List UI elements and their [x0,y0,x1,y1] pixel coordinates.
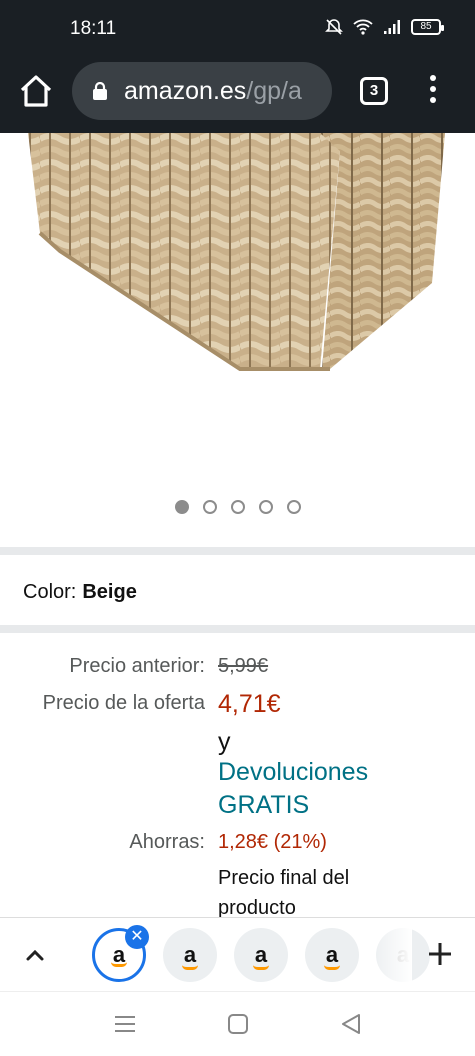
home-square-icon[interactable] [227,1013,249,1035]
and-text: y [218,728,231,756]
offer-price-label: Precio de la oferta [42,692,205,714]
section-divider [0,625,475,633]
free-returns-link[interactable]: Devoluciones [218,758,368,787]
savings-label: Ahorras: [129,831,205,853]
status-bar: 18:11 85 [0,0,475,60]
color-selection: Color: Beige [23,581,137,604]
carousel-dot[interactable] [230,500,245,514]
carousel-dot[interactable] [202,500,217,514]
product-image[interactable] [0,133,475,483]
free-returns-link-line2[interactable]: GRATIS [218,791,309,820]
section-divider [0,547,475,555]
previous-price-label: Precio anterior: [69,655,205,677]
url-bar[interactable]: amazon.es/gp/a [72,62,332,120]
status-time: 18:11 [70,18,117,39]
url-domain: amazon.es [124,76,247,105]
home-icon[interactable] [18,74,54,108]
close-tab-icon[interactable]: ✕ [125,925,149,949]
carousel-dot[interactable] [286,500,301,514]
savings-value: 1,28€ (21%) [218,831,327,853]
wicker-basket-image [28,133,445,371]
url-path: /gp/a [246,76,302,105]
tab-amazon[interactable]: a [163,928,217,982]
tab-strip-fade [372,918,412,992]
browser-top-bar: 18:11 85 amazon.es/gp/a 3 [0,0,475,133]
color-value: Beige [82,581,137,603]
chevron-up-icon[interactable] [24,944,46,966]
tab-switcher-button[interactable]: 3 [360,77,388,105]
color-label: Color: [23,581,77,603]
image-carousel-indicator [0,500,475,514]
status-icons: 85 [325,18,444,36]
more-menu-icon[interactable] [424,75,442,107]
system-navigation-bar [0,991,475,1056]
wifi-icon [353,19,373,35]
previous-price-value: 5,99€ [218,655,269,677]
signal-icon [384,20,400,34]
new-tab-plus-icon[interactable] [424,938,456,970]
tab-strip: a ✕ a a a a [0,917,475,992]
final-price-note: Precio final del [218,867,350,889]
browser-toolbar: amazon.es/gp/a 3 [0,58,475,124]
battery-icon: 85 [411,19,444,35]
recent-apps-icon[interactable] [113,1014,137,1034]
carousel-dot[interactable] [258,500,273,514]
tab-amazon[interactable]: a [305,928,359,982]
url-text: amazon.es/gp/a [124,77,302,106]
lock-icon [93,82,107,100]
back-triangle-icon[interactable] [340,1013,362,1035]
tab-amazon[interactable]: a [234,928,288,982]
mute-bell-icon [325,19,343,35]
offer-price-value: 4,71€ [218,690,281,718]
carousel-dot[interactable] [174,500,189,514]
tab-amazon-selected[interactable]: a ✕ [92,925,149,982]
